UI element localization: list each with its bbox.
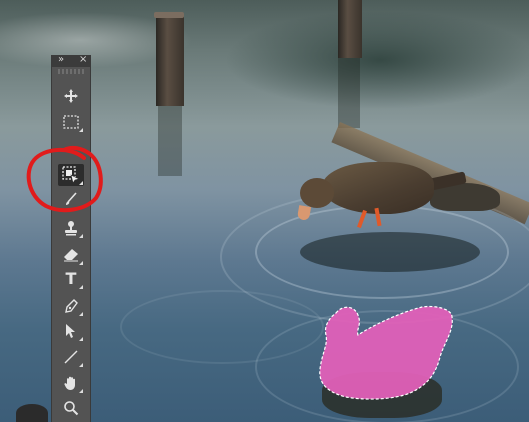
selected-object-mask[interactable] xyxy=(318,303,458,403)
more-tools-indicator xyxy=(79,234,83,238)
collapse-panel-icon[interactable]: » xyxy=(58,53,64,67)
dark-object-corner xyxy=(16,404,48,422)
brush-tool[interactable] xyxy=(58,188,84,210)
object-selection-icon xyxy=(62,166,80,184)
marquee-icon xyxy=(63,115,79,129)
line-tool[interactable] xyxy=(58,346,84,368)
more-tools-indicator xyxy=(79,285,83,289)
move-icon xyxy=(64,89,78,103)
tools-panel: » × T xyxy=(51,53,91,422)
post-reflection-left xyxy=(158,106,182,176)
panel-grip[interactable] xyxy=(58,69,84,74)
duck-body xyxy=(322,162,434,214)
wooden-post-right xyxy=(338,0,362,58)
hand-tool[interactable] xyxy=(58,372,84,394)
more-tools-indicator xyxy=(79,363,83,367)
pen-tool[interactable] xyxy=(58,295,84,317)
duck-reflection xyxy=(300,232,480,272)
more-tools-indicator xyxy=(79,128,83,132)
ripple xyxy=(120,290,324,364)
more-tools-indicator xyxy=(79,261,83,265)
brush-icon xyxy=(66,192,77,205)
move-tool[interactable] xyxy=(58,85,84,107)
tools-panel-header: » × xyxy=(52,53,90,67)
post-cap-left xyxy=(154,12,184,18)
type-icon: T xyxy=(65,269,77,288)
more-tools-indicator xyxy=(79,312,83,316)
magnifier-icon xyxy=(64,401,79,416)
zoom-tool[interactable] xyxy=(58,397,84,419)
stamp-icon xyxy=(65,221,77,236)
clone-stamp-tool[interactable] xyxy=(58,217,84,239)
pen-icon xyxy=(65,299,78,313)
more-tools-indicator xyxy=(79,181,83,185)
more-tools-indicator xyxy=(79,337,83,341)
eraser-icon xyxy=(64,249,78,262)
post-reflection-right xyxy=(338,58,360,128)
duck-head xyxy=(300,178,334,208)
arrow-icon xyxy=(66,324,75,338)
more-tools-indicator xyxy=(79,389,83,393)
wooden-post-left xyxy=(156,14,184,106)
object-selection-tool[interactable] xyxy=(58,164,84,186)
eraser-tool[interactable] xyxy=(58,244,84,266)
path-selection-tool[interactable] xyxy=(58,320,84,342)
close-panel-icon[interactable]: × xyxy=(79,53,87,67)
rectangular-marquee-tool[interactable] xyxy=(58,111,84,133)
type-tool[interactable]: T xyxy=(58,268,84,290)
line-icon xyxy=(64,350,78,364)
hand-icon xyxy=(64,376,75,390)
